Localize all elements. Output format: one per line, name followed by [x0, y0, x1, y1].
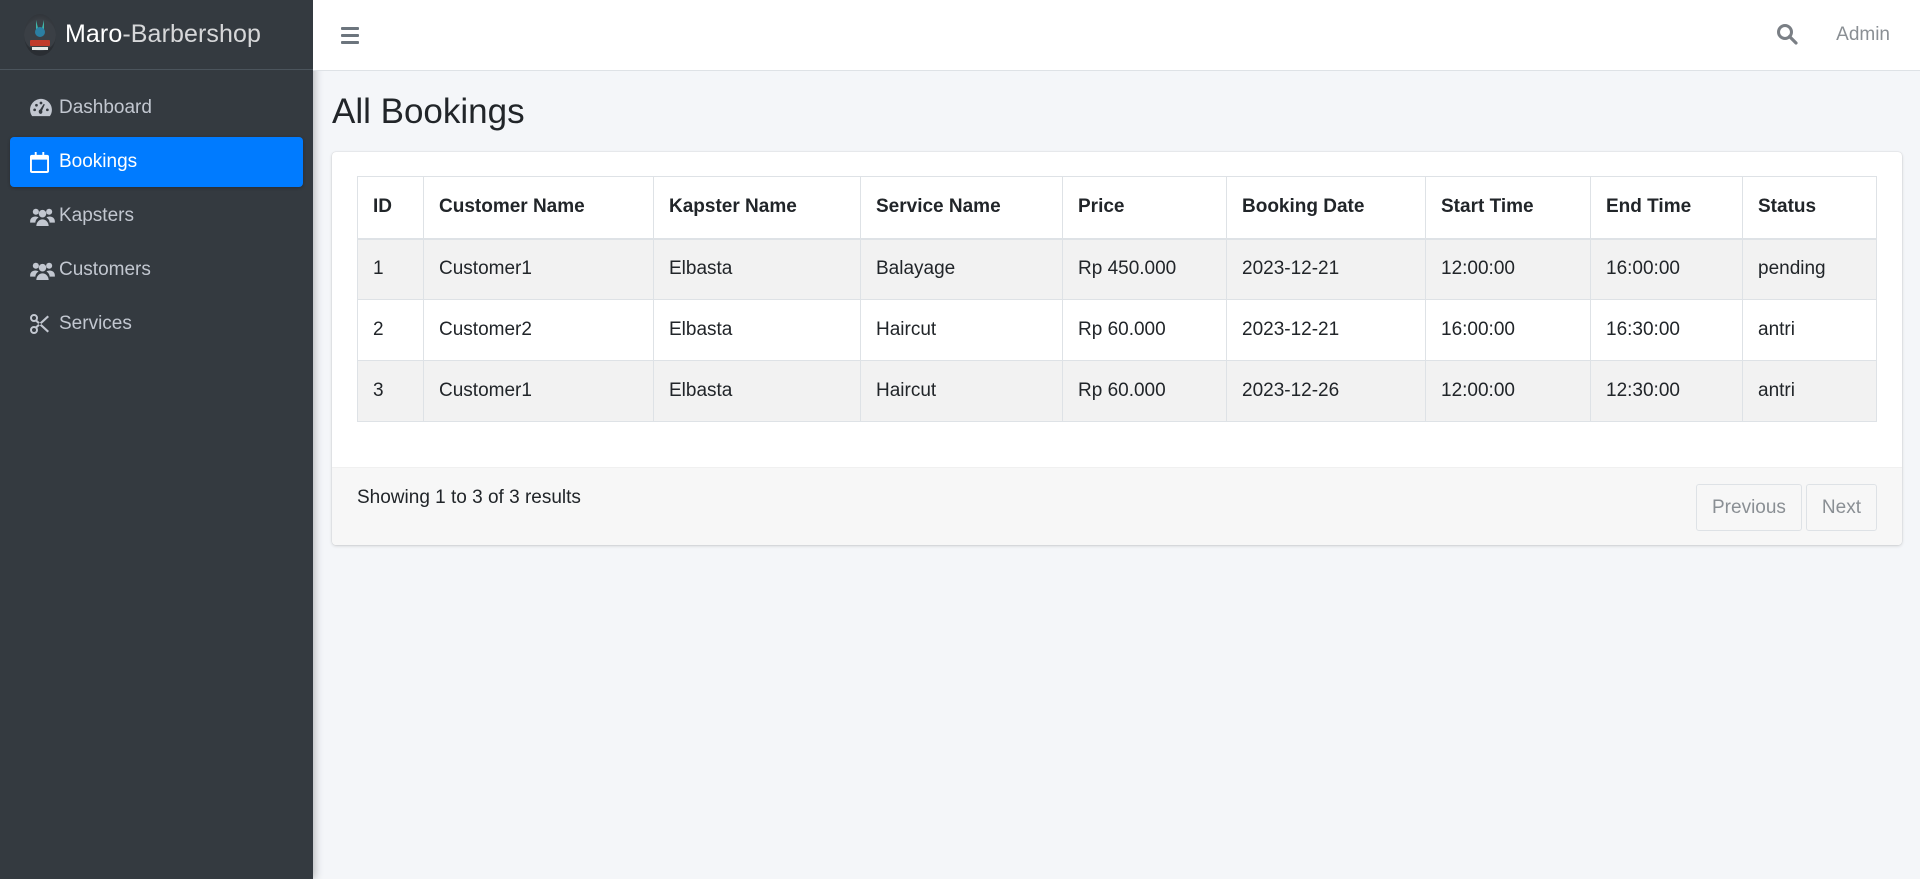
pagination: Previous Next [1696, 484, 1877, 531]
brand-name: Maro-Barbershop [65, 20, 261, 49]
brand-name-light: -Barbershop [122, 20, 262, 48]
cell-price: Rp 60.000 [1062, 299, 1227, 361]
sidebar-item-label: Services [59, 313, 132, 334]
table-row: 1 Customer1 Elbasta Balayage Rp 450.000 … [357, 238, 1877, 300]
cell-start-time: 12:00:00 [1425, 360, 1591, 422]
user-menu-link[interactable]: Admin [1836, 24, 1890, 46]
cell-status: antri [1742, 299, 1877, 361]
sidebar-item-label: Customers [59, 259, 151, 280]
column-header-end-time: End Time [1590, 176, 1743, 240]
cell-price: Rp 450.000 [1062, 238, 1227, 300]
results-summary: Showing 1 to 3 of 3 results [357, 487, 581, 508]
cell-customer-name: Customer1 [423, 238, 654, 300]
cell-booking-date: 2023-12-26 [1226, 360, 1426, 422]
cell-price: Rp 60.000 [1062, 360, 1227, 422]
table-row: 2 Customer2 Elbasta Haircut Rp 60.000 20… [357, 299, 1877, 361]
sidebar-item-kapsters[interactable]: Kapsters [10, 191, 303, 241]
bookings-table: ID Customer Name Kapster Name Service Na… [357, 176, 1877, 422]
cell-id: 1 [357, 238, 424, 300]
main-content: All Bookings ID Customer Name Kapster Na… [313, 71, 1920, 879]
navbar-right: Admin [1776, 23, 1920, 47]
cell-end-time: 16:30:00 [1590, 299, 1743, 361]
cell-start-time: 16:00:00 [1425, 299, 1591, 361]
sidebar-item-services[interactable]: Services [10, 299, 303, 349]
cell-end-time: 12:30:00 [1590, 360, 1743, 422]
users-icon [30, 259, 56, 281]
column-header-status: Status [1742, 176, 1877, 240]
tachometer-icon [30, 97, 56, 119]
cell-booking-date: 2023-12-21 [1226, 238, 1426, 300]
sidebar-item-customers[interactable]: Customers [10, 245, 303, 295]
sidebar-nav: Dashboard Bookings Kapsters Customers Se… [0, 70, 313, 349]
cell-kapster-name: Elbasta [653, 299, 861, 361]
cell-status: pending [1742, 238, 1877, 300]
cell-id: 3 [357, 360, 424, 422]
users-icon [30, 205, 56, 227]
menu-toggle-icon[interactable] [341, 24, 363, 46]
scissors-icon [30, 313, 56, 335]
cell-id: 2 [357, 299, 424, 361]
table-row: 3 Customer1 Elbasta Haircut Rp 60.000 20… [357, 360, 1877, 422]
page-title: All Bookings [332, 92, 525, 131]
cell-service-name: Haircut [860, 299, 1063, 361]
brand-link[interactable]: Maro-Barbershop [0, 0, 313, 70]
column-header-id: ID [357, 176, 424, 240]
sidebar-item-label: Kapsters [59, 205, 134, 226]
sidebar-item-bookings[interactable]: Bookings [10, 137, 303, 187]
card-body: ID Customer Name Kapster Name Service Na… [332, 152, 1902, 467]
column-header-start-time: Start Time [1425, 176, 1591, 240]
brand-logo [24, 13, 56, 56]
cell-service-name: Haircut [860, 360, 1063, 422]
column-header-kapster-name: Kapster Name [653, 176, 861, 240]
card-footer: Showing 1 to 3 of 3 results Previous Nex… [332, 467, 1902, 545]
cell-kapster-name: Elbasta [653, 238, 861, 300]
search-icon[interactable] [1776, 23, 1800, 47]
next-page-button[interactable]: Next [1805, 484, 1877, 531]
column-header-service-name: Service Name [860, 176, 1063, 240]
sidebar-item-dashboard[interactable]: Dashboard [10, 83, 303, 133]
cell-end-time: 16:00:00 [1590, 238, 1743, 300]
column-header-price: Price [1062, 176, 1227, 240]
cell-customer-name: Customer2 [423, 299, 654, 361]
column-header-customer-name: Customer Name [423, 176, 654, 240]
sidebar: Maro-Barbershop Dashboard Bookings Kapst… [0, 0, 313, 879]
table-header-row: ID Customer Name Kapster Name Service Na… [357, 176, 1877, 240]
cell-start-time: 12:00:00 [1425, 238, 1591, 300]
column-header-booking-date: Booking Date [1226, 176, 1426, 240]
sidebar-item-label: Dashboard [59, 97, 152, 118]
sidebar-item-label: Bookings [59, 151, 138, 172]
bookings-card: ID Customer Name Kapster Name Service Na… [332, 152, 1902, 545]
previous-page-button[interactable]: Previous [1696, 484, 1802, 531]
calendar-icon [30, 151, 56, 173]
top-navbar: Admin [313, 0, 1920, 71]
brand-name-strong: Maro [65, 20, 123, 48]
cell-status: antri [1742, 360, 1877, 422]
cell-kapster-name: Elbasta [653, 360, 861, 422]
cell-booking-date: 2023-12-21 [1226, 299, 1426, 361]
cell-customer-name: Customer1 [423, 360, 654, 422]
cell-service-name: Balayage [860, 238, 1063, 300]
